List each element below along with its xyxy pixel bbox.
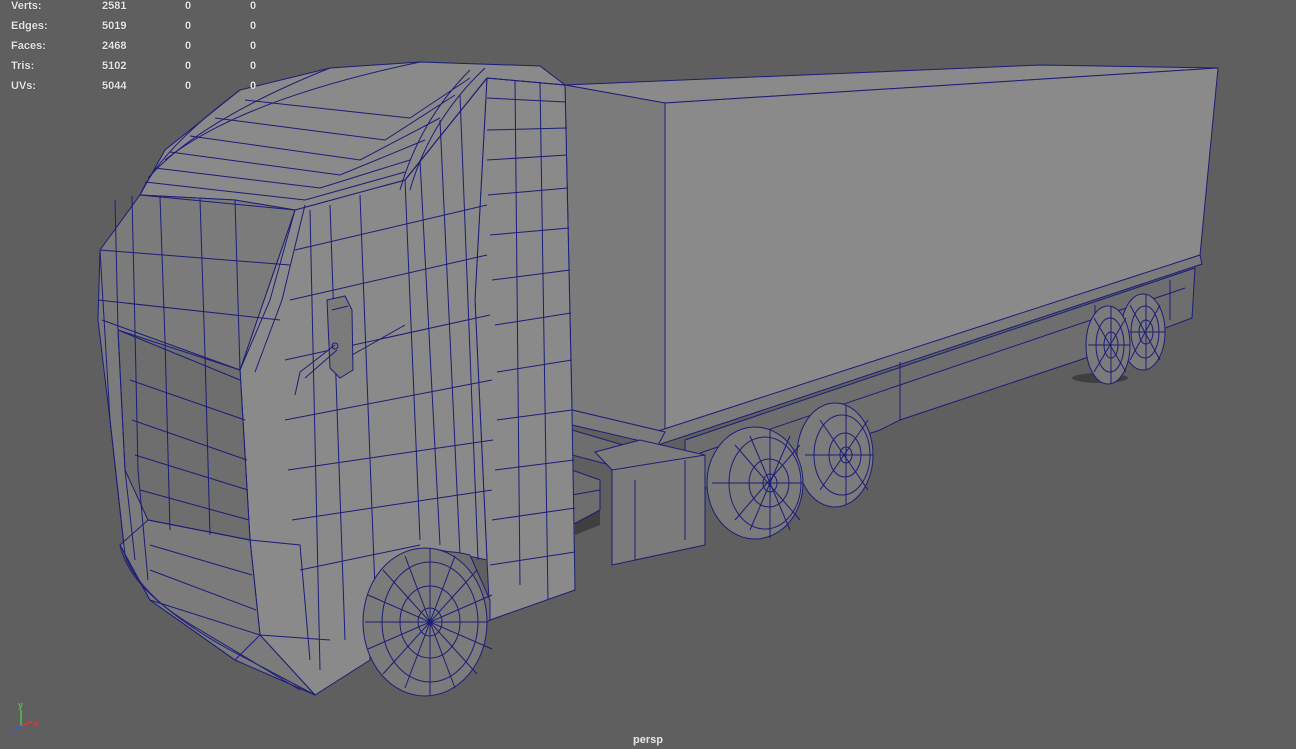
hud-selected-uv: 0: [250, 80, 257, 92]
hud-row-tris: Tris: 5102 0 0: [0, 60, 270, 80]
axis-x-label: x: [33, 718, 39, 728]
hud-label: Tris:: [11, 60, 35, 72]
trailer-wheel-rear-2: [1085, 305, 1131, 385]
axis-y-label: y: [18, 700, 24, 710]
hud-label: Edges:: [11, 20, 48, 32]
hud-value: 2581: [102, 0, 127, 12]
tractor-wheel-rear-1: [796, 402, 874, 508]
3d-viewport[interactable]: .w { stroke: #1c1d78; stroke-width: 1; f…: [0, 0, 1296, 749]
hud-label: UVs:: [11, 80, 37, 92]
hud-selected: 0: [185, 40, 192, 52]
hud-value: 5019: [102, 20, 127, 32]
hud-selected-uv: 0: [250, 40, 257, 52]
tractor-wheel-rear-2: [706, 426, 804, 540]
front-wheel: [362, 547, 493, 697]
truck-wireframe-mesh[interactable]: .w { stroke: #1c1d78; stroke-width: 1; f…: [0, 0, 1296, 749]
hud-row-faces: Faces: 2468 0 0: [0, 40, 270, 60]
hud-value: 5044: [102, 80, 127, 92]
camera-name-label: persp: [633, 734, 663, 746]
hud-selected-uv: 0: [250, 0, 257, 12]
hud-selected-uv: 0: [250, 60, 257, 72]
hud-label: Faces:: [11, 40, 46, 52]
hud-row-uvs: UVs: 5044 0 0: [0, 80, 270, 100]
hud-value: 2468: [102, 40, 127, 52]
hud-selected: 0: [185, 20, 192, 32]
hud-selected: 0: [185, 60, 192, 72]
trailer: [564, 64, 1219, 496]
hud-selected: 0: [185, 80, 192, 92]
hud-row-edges: Edges: 5019 0 0: [0, 20, 270, 40]
hud-selected-uv: 0: [250, 20, 257, 32]
hud-label: Verts:: [11, 0, 42, 12]
hud-value: 5102: [102, 60, 127, 72]
hud-selected: 0: [185, 0, 192, 12]
chassis: [571, 429, 706, 566]
hud-row-verts: Verts: 2581 0 0: [0, 0, 270, 20]
